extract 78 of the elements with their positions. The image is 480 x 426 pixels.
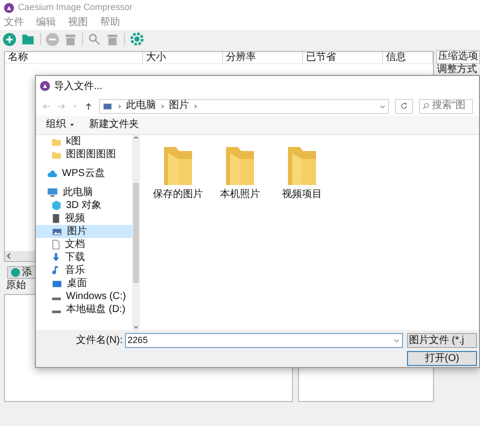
nav-item[interactable]: WPS云盘: [36, 167, 132, 180]
command-button[interactable]: 新建文件夹: [89, 120, 139, 130]
pictures-icon: [102, 102, 113, 110]
down-arrow-icon: [51, 252, 61, 263]
nav-item[interactable]: 下载: [36, 251, 132, 264]
folder-icon: [162, 145, 194, 187]
scroll-down-icon: [133, 324, 139, 330]
app-logo-icon: [40, 81, 50, 91]
refresh-icon: [400, 102, 408, 110]
dropdown-icon: [393, 337, 400, 344]
file-type-dropdown[interactable]: 图片文件 (*.j: [407, 333, 477, 348]
folder-icon: [51, 150, 62, 160]
command-button[interactable]: 组织: [46, 120, 75, 130]
breadcrumb[interactable]: 此电脑: [126, 101, 156, 111]
add-button[interactable]: 添: [7, 266, 36, 279]
nav-item[interactable]: 此电脑: [36, 186, 132, 199]
music-note-icon: [51, 265, 61, 276]
computer-icon: [46, 187, 59, 198]
menu-item[interactable]: 视图: [68, 18, 88, 28]
caret-icon: [72, 103, 78, 109]
folder-icon: [286, 145, 318, 187]
column-header[interactable]: 已节省: [303, 52, 383, 63]
column-header[interactable]: 名称: [5, 52, 143, 63]
up-arrow-icon: [84, 102, 93, 110]
back-arrow-icon: [42, 102, 51, 110]
scroll-left-icon: [5, 252, 13, 260]
search-field[interactable]: 搜索"图: [419, 98, 473, 114]
nav-item[interactable]: k图: [36, 135, 132, 148]
remove-icon: [46, 32, 59, 46]
option-label: 调整方式: [436, 64, 478, 75]
nav-item[interactable]: 图片: [36, 225, 132, 238]
chevron-icon: [193, 102, 198, 110]
options-tab[interactable]: 压缩选项: [436, 50, 480, 64]
folder-item[interactable]: 视频项目: [280, 145, 324, 200]
chevron-icon: [160, 102, 165, 110]
search-icon: [88, 32, 101, 46]
folder-item[interactable]: 本机照片: [218, 145, 262, 200]
dialog-title: 导入文件...: [54, 80, 102, 94]
caret-icon: [69, 122, 75, 128]
chevron-icon: [117, 102, 122, 110]
nav-item[interactable]: 本地磁盘 (D:): [36, 303, 132, 316]
cloud-icon: [46, 168, 58, 178]
nav-item[interactable]: 桌面: [36, 277, 132, 290]
column-header[interactable]: 分辨率: [223, 52, 303, 63]
document-icon: [51, 239, 61, 250]
nav-item[interactable]: 图图图图图: [36, 148, 132, 161]
filename-field[interactable]: 2265: [124, 333, 403, 348]
pictures-icon: [51, 226, 63, 236]
breadcrumb[interactable]: 图片: [169, 101, 189, 111]
scrollbar[interactable]: [132, 135, 140, 330]
refresh-button[interactable]: [395, 98, 413, 114]
nav-item[interactable]: 文档: [36, 238, 132, 251]
column-header[interactable]: 信息: [383, 52, 433, 63]
window-title: Caesium Image Compressor: [18, 1, 133, 14]
menu-item[interactable]: 文件: [4, 18, 24, 28]
nav-item[interactable]: 3D 对象: [36, 199, 132, 212]
nav-item[interactable]: Windows (C:): [36, 290, 132, 303]
open-button[interactable]: 打开(O): [407, 351, 477, 366]
settings-icon: [130, 32, 144, 46]
section-label: 原始: [5, 280, 26, 292]
add-icon: [11, 268, 20, 277]
menu-item[interactable]: 帮助: [100, 18, 120, 28]
folder-icon: [21, 32, 35, 46]
folder-icon: [224, 145, 256, 187]
address-bar[interactable]: 此电脑 图片: [99, 98, 389, 114]
nav-item[interactable]: 视频: [36, 212, 132, 225]
nav-item[interactable]: 音乐: [36, 264, 132, 277]
app-logo-icon: [4, 3, 14, 13]
cube-icon: [51, 200, 62, 211]
add-icon: [3, 32, 16, 46]
dropdown-icon: [379, 102, 386, 110]
search-icon: [422, 102, 430, 110]
trash-icon: [64, 32, 77, 46]
field-label: 文件名(N):: [76, 334, 123, 348]
forward-arrow-icon: [57, 102, 66, 110]
menu-item[interactable]: 编辑: [36, 18, 56, 28]
scroll-up-icon: [133, 135, 139, 141]
column-header[interactable]: 大小: [143, 52, 223, 63]
